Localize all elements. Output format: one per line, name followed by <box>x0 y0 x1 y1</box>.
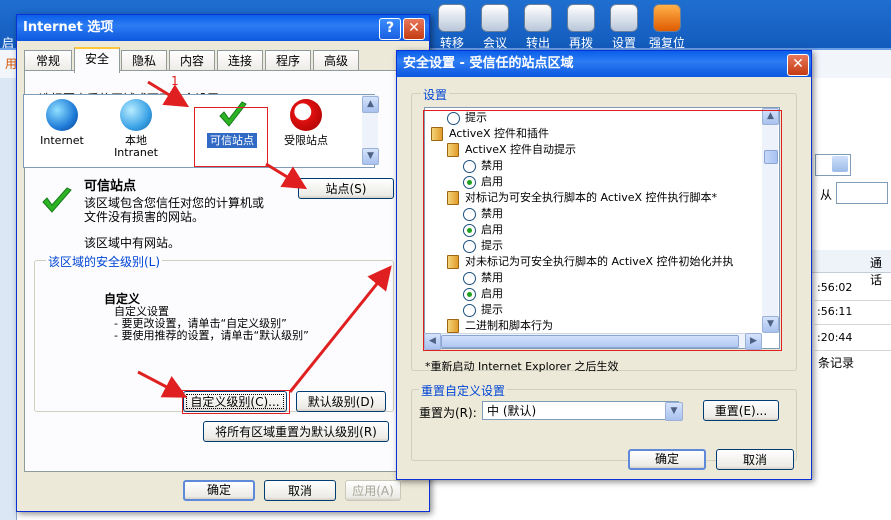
arrow-to-sites-button <box>265 162 308 190</box>
annotation-arrows <box>137 80 392 398</box>
arrow-to-security-settings <box>288 265 392 393</box>
arrow-to-custom-level <box>137 370 188 398</box>
arrow-to-trusted-zone <box>147 80 190 108</box>
tab-1[interactable]: 安全 <box>74 47 120 73</box>
